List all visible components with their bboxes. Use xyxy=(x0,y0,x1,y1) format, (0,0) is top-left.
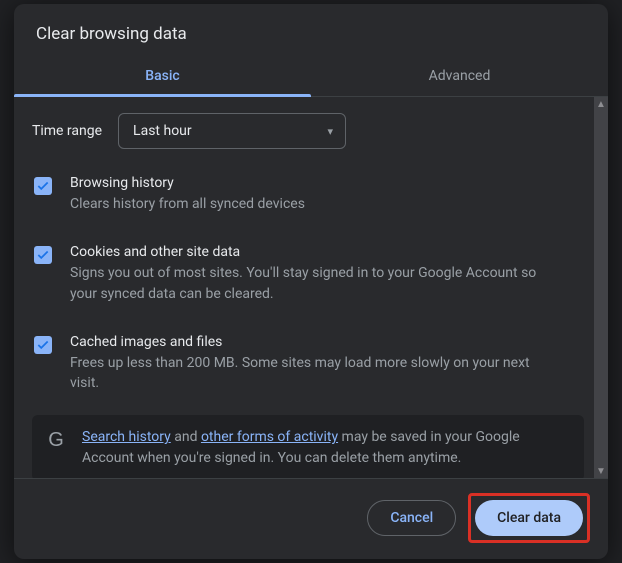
dialog-footer: Cancel Clear data xyxy=(14,478,608,559)
check-icon xyxy=(36,179,50,193)
option-desc: Signs you out of most sites. You'll stay… xyxy=(70,263,550,304)
dialog-body: Time range Last hour ▾ Browsing history … xyxy=(14,97,594,478)
scroll-up-icon[interactable]: ▲ xyxy=(594,97,608,111)
scroll-down-icon[interactable]: ▼ xyxy=(594,464,608,478)
check-icon xyxy=(36,248,50,262)
option-cache: Cached images and files Frees up less th… xyxy=(32,334,584,394)
notice-sep: and xyxy=(171,429,201,445)
notice-text: Search history and other forms of activi… xyxy=(82,427,542,469)
scrollbar[interactable]: ▲ ▼ xyxy=(594,97,608,478)
option-desc: Frees up less than 200 MB. Some sites ma… xyxy=(70,353,550,394)
time-range-select[interactable]: Last hour ▾ xyxy=(118,113,346,149)
option-browsing-history: Browsing history Clears history from all… xyxy=(32,175,584,214)
option-cookies: Cookies and other site data Signs you ou… xyxy=(32,244,584,304)
option-title: Cached images and files xyxy=(70,334,550,350)
option-text: Cookies and other site data Signs you ou… xyxy=(70,244,550,304)
tab-advanced[interactable]: Advanced xyxy=(311,58,608,96)
tabs: Basic Advanced xyxy=(14,58,608,97)
link-search-history[interactable]: Search history xyxy=(82,429,171,445)
check-icon xyxy=(36,338,50,352)
clear-data-button[interactable]: Clear data xyxy=(475,500,583,536)
chevron-down-icon: ▾ xyxy=(328,125,334,138)
scrollbar-track[interactable] xyxy=(594,111,608,464)
time-range-label: Time range xyxy=(32,123,102,139)
google-logo-icon: G xyxy=(46,427,66,452)
time-range-row: Time range Last hour ▾ xyxy=(32,113,584,149)
option-text: Cached images and files Frees up less th… xyxy=(70,334,550,394)
checkbox-cookies[interactable] xyxy=(34,246,52,264)
checkbox-browsing-history[interactable] xyxy=(34,177,52,195)
checkbox-cache[interactable] xyxy=(34,336,52,354)
tab-basic[interactable]: Basic xyxy=(14,58,311,96)
option-desc: Clears history from all synced devices xyxy=(70,194,305,214)
dialog-title: Clear browsing data xyxy=(14,4,608,58)
scroll-area: Time range Last hour ▾ Browsing history … xyxy=(14,97,608,478)
highlight-annotation: Clear data xyxy=(468,493,590,543)
option-title: Cookies and other site data xyxy=(70,244,550,260)
option-text: Browsing history Clears history from all… xyxy=(70,175,305,214)
time-range-value: Last hour xyxy=(133,123,192,139)
link-other-activity[interactable]: other forms of activity xyxy=(201,429,338,445)
google-account-notice: G Search history and other forms of acti… xyxy=(32,415,584,478)
cancel-button[interactable]: Cancel xyxy=(367,500,456,536)
option-title: Browsing history xyxy=(70,175,305,191)
clear-browsing-data-dialog: Clear browsing data Basic Advanced Time … xyxy=(14,4,608,559)
